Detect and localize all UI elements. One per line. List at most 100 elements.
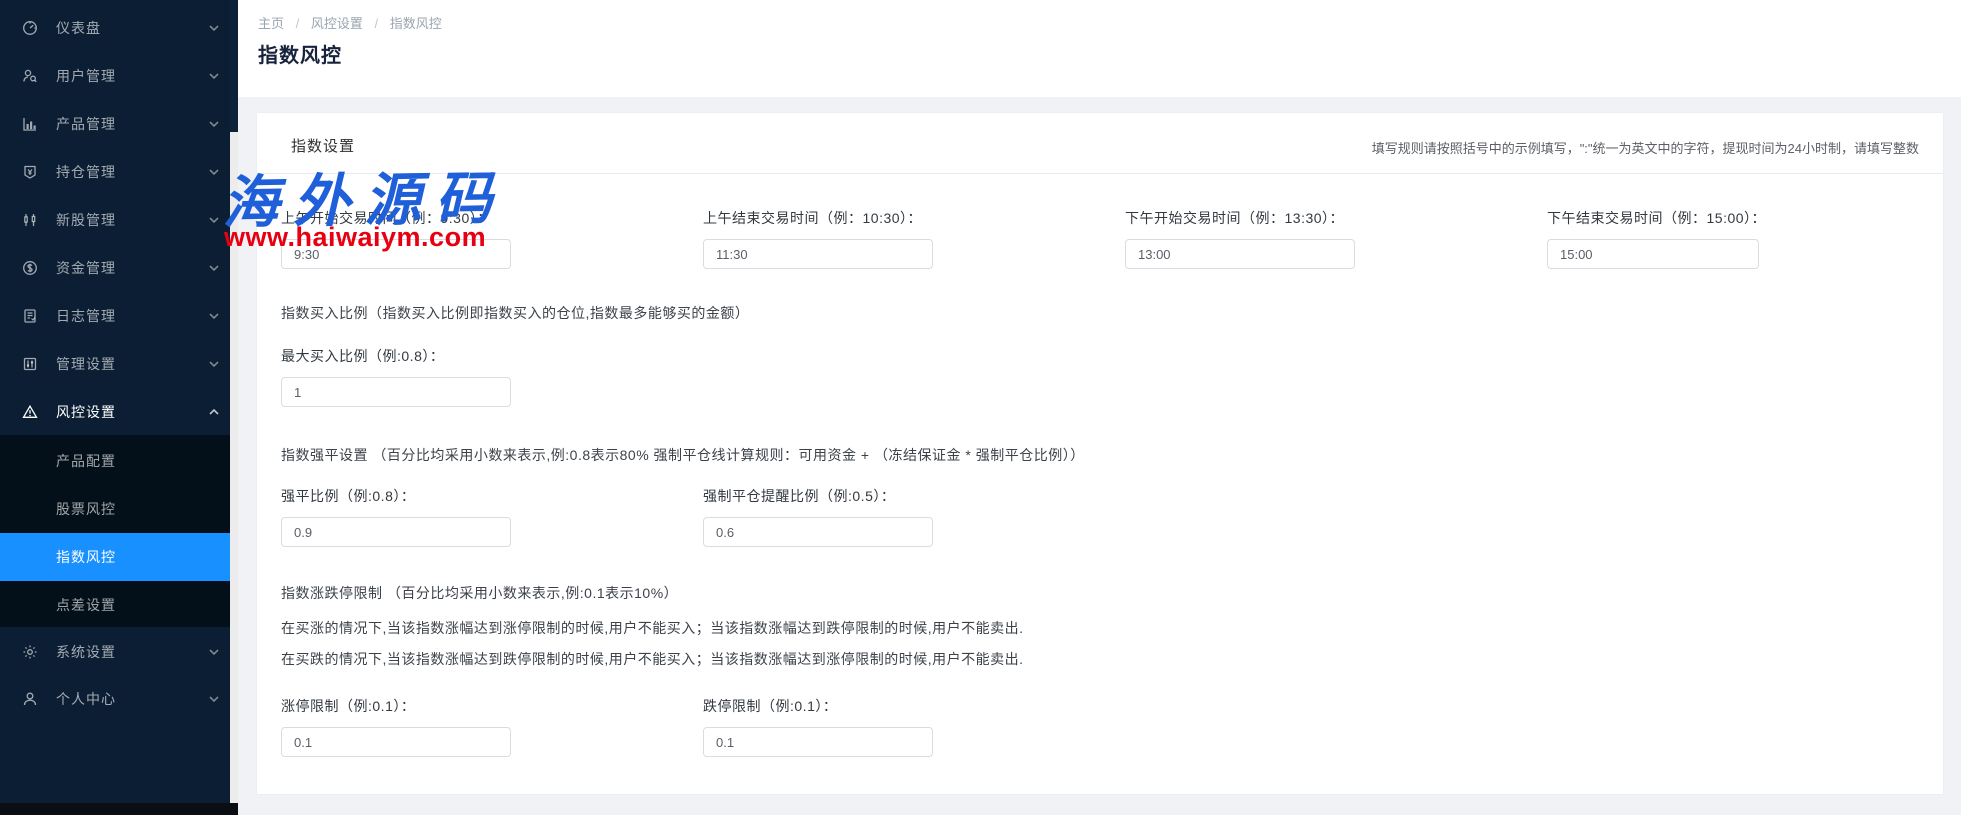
- field-label: 涨停限制（例:0.1）：: [281, 696, 511, 716]
- field-max-buy-ratio: 最大买入比例（例:0.8）：: [281, 346, 511, 407]
- dashboard-icon: [22, 20, 38, 36]
- chevron-down-icon: [208, 70, 220, 82]
- sidebar-item-system-settings[interactable]: 系统设置: [0, 628, 230, 676]
- breadcrumb-current: 指数风控: [390, 16, 442, 31]
- submenu-item-label: 指数风控: [56, 547, 116, 567]
- risk-settings-submenu: 产品配置 股票风控 指数风控 点差设置: [0, 435, 230, 627]
- field-morning-end-time: 上午结束交易时间（例：10:30）：: [703, 208, 933, 269]
- sidebar-item-label: 管理设置: [56, 354, 116, 374]
- field-label: 最大买入比例（例:0.8）：: [281, 346, 511, 366]
- dollar-circle-icon: [22, 260, 38, 276]
- card-title: 指数设置: [291, 135, 355, 156]
- field-label: 下午开始交易时间（例：13:30）：: [1125, 208, 1355, 228]
- buy-ratio-section-note: 指数买入比例（指数买入比例即指数买入的仓位,指数最多能够买的金额）: [281, 303, 749, 323]
- field-label: 上午结束交易时间（例：10:30）：: [703, 208, 933, 228]
- sidebar-item-fund-management[interactable]: 资金管理: [0, 244, 230, 292]
- max-buy-ratio-input[interactable]: [281, 377, 511, 407]
- submenu-item-label: 产品配置: [56, 451, 116, 471]
- sidebar-item-label: 系统设置: [56, 642, 116, 662]
- chevron-down-icon: [208, 693, 220, 705]
- candlestick-icon: [22, 212, 38, 228]
- chevron-down-icon: [208, 358, 220, 370]
- sidebar-item-label: 个人中心: [56, 689, 116, 709]
- chevron-down-icon: [208, 166, 220, 178]
- limit-rule-paragraph-1: 在买涨的情况下,当该指数涨幅达到涨停限制的时候,用户不能买入；当该指数涨幅达到跌…: [281, 618, 1024, 638]
- liquidation-warning-ratio-input[interactable]: [703, 517, 933, 547]
- field-liquidation-ratio: 强平比例（例:0.8）：: [281, 486, 511, 547]
- sidebar-item-label: 仪表盘: [56, 18, 101, 38]
- field-lower-limit: 跌停限制（例:0.1）：: [703, 696, 933, 757]
- submenu-item-spread-settings[interactable]: 点差设置: [0, 581, 230, 629]
- morning-start-time-input[interactable]: [281, 239, 511, 269]
- chevron-down-icon: [208, 22, 220, 34]
- sidebar-item-label: 产品管理: [56, 114, 116, 134]
- sidebar-item-label: 风控设置: [56, 402, 116, 422]
- breadcrumb-separator: /: [375, 16, 379, 31]
- sidebar-item-new-stock-management[interactable]: 新股管理: [0, 196, 230, 244]
- chevron-down-icon: [208, 310, 220, 322]
- page-title: 指数风控: [258, 39, 342, 68]
- breadcrumb-home[interactable]: 主页: [258, 16, 284, 31]
- sliders-icon: [22, 356, 38, 372]
- sidebar: 仪表盘 用户管理 产品管理 持仓管理: [0, 0, 230, 815]
- field-label: 跌停限制（例:0.1）：: [703, 696, 933, 716]
- index-settings-card: 指数设置 填写规则请按照括号中的示例填写，":"统一为英文中的字符，提现时间为2…: [256, 112, 1944, 795]
- card-header: 指数设置 填写规则请按照括号中的示例填写，":"统一为英文中的字符，提现时间为2…: [257, 113, 1943, 174]
- log-file-icon: [22, 308, 38, 324]
- fill-rule-note: 填写规则请按照括号中的示例填写，":"统一为英文中的字符，提现时间为24小时制，…: [1372, 138, 1919, 157]
- afternoon-start-time-input[interactable]: [1125, 239, 1355, 269]
- sidebar-item-personal-center[interactable]: 个人中心: [0, 675, 230, 723]
- submenu-item-label: 股票风控: [56, 499, 116, 519]
- submenu-item-product-config[interactable]: 产品配置: [0, 437, 230, 485]
- sidebar-item-position-management[interactable]: 持仓管理: [0, 148, 230, 196]
- app-window: 仪表盘 用户管理 产品管理 持仓管理: [0, 0, 1961, 815]
- submenu-item-stock-risk[interactable]: 股票风控: [0, 485, 230, 533]
- field-afternoon-end-time: 下午结束交易时间（例：15:00）：: [1547, 208, 1766, 269]
- limit-section-note: 指数涨跌停限制 （百分比均采用小数来表示,例:0.1表示10%）: [281, 583, 678, 603]
- field-label: 下午结束交易时间（例：15:00）：: [1547, 208, 1766, 228]
- submenu-item-label: 点差设置: [56, 595, 116, 615]
- chevron-down-icon: [208, 214, 220, 226]
- upper-limit-input[interactable]: [281, 727, 511, 757]
- sidebar-scrollbar-thumb[interactable]: [230, 0, 238, 132]
- limit-rule-paragraph-2: 在买跌的情况下,当该指数涨幅达到跌停限制的时候,用户不能买入；当该指数涨幅达到涨…: [281, 649, 1024, 669]
- position-box-icon: [22, 164, 38, 180]
- chevron-down-icon: [208, 646, 220, 658]
- liquidation-section-note: 指数强平设置 （百分比均采用小数来表示,例:0.8表示80% 强制平仓线计算规则…: [281, 445, 1085, 465]
- sidebar-item-label: 用户管理: [56, 66, 116, 86]
- sidebar-item-dashboard[interactable]: 仪表盘: [0, 4, 230, 52]
- field-upper-limit: 涨停限制（例:0.1）：: [281, 696, 511, 757]
- field-liquidation-warning-ratio: 强制平仓提醒比例（例:0.5）：: [703, 486, 933, 547]
- lower-limit-input[interactable]: [703, 727, 933, 757]
- sidebar-item-user-management[interactable]: 用户管理: [0, 52, 230, 100]
- sidebar-item-label: 资金管理: [56, 258, 116, 278]
- sidebar-item-log-management[interactable]: 日志管理: [0, 292, 230, 340]
- sidebar-item-risk-settings[interactable]: 风控设置: [0, 388, 230, 436]
- user-audit-icon: [22, 68, 38, 84]
- sidebar-item-product-management[interactable]: 产品管理: [0, 100, 230, 148]
- horizontal-scrollbar-thumb[interactable]: [0, 803, 238, 815]
- breadcrumb-risk-settings[interactable]: 风控设置: [311, 16, 363, 31]
- sidebar-item-label: 日志管理: [56, 306, 116, 326]
- submenu-item-index-risk-active[interactable]: 指数风控: [0, 533, 230, 581]
- field-label: 强制平仓提醒比例（例:0.5）：: [703, 486, 933, 506]
- breadcrumb: 主页 / 风控设置 / 指数风控: [258, 13, 450, 32]
- person-icon: [22, 691, 38, 707]
- sidebar-scrollbar[interactable]: [230, 0, 238, 815]
- chevron-down-icon: [208, 118, 220, 130]
- breadcrumb-separator: /: [296, 16, 300, 31]
- morning-end-time-input[interactable]: [703, 239, 933, 269]
- field-label: 强平比例（例:0.8）：: [281, 486, 511, 506]
- field-morning-start-time: 上午开始交易时间（例：9:30）：: [281, 208, 511, 269]
- chevron-down-icon: [208, 262, 220, 274]
- warning-triangle-icon: [22, 404, 38, 420]
- sidebar-item-label: 持仓管理: [56, 162, 116, 182]
- chevron-up-icon: [208, 406, 220, 418]
- liquidation-ratio-input[interactable]: [281, 517, 511, 547]
- gear-icon: [22, 644, 38, 660]
- field-label: 上午开始交易时间（例：9:30）：: [281, 208, 511, 228]
- afternoon-end-time-input[interactable]: [1547, 239, 1759, 269]
- bar-chart-icon: [22, 116, 38, 132]
- sidebar-item-label: 新股管理: [56, 210, 116, 230]
- sidebar-item-management-settings[interactable]: 管理设置: [0, 340, 230, 388]
